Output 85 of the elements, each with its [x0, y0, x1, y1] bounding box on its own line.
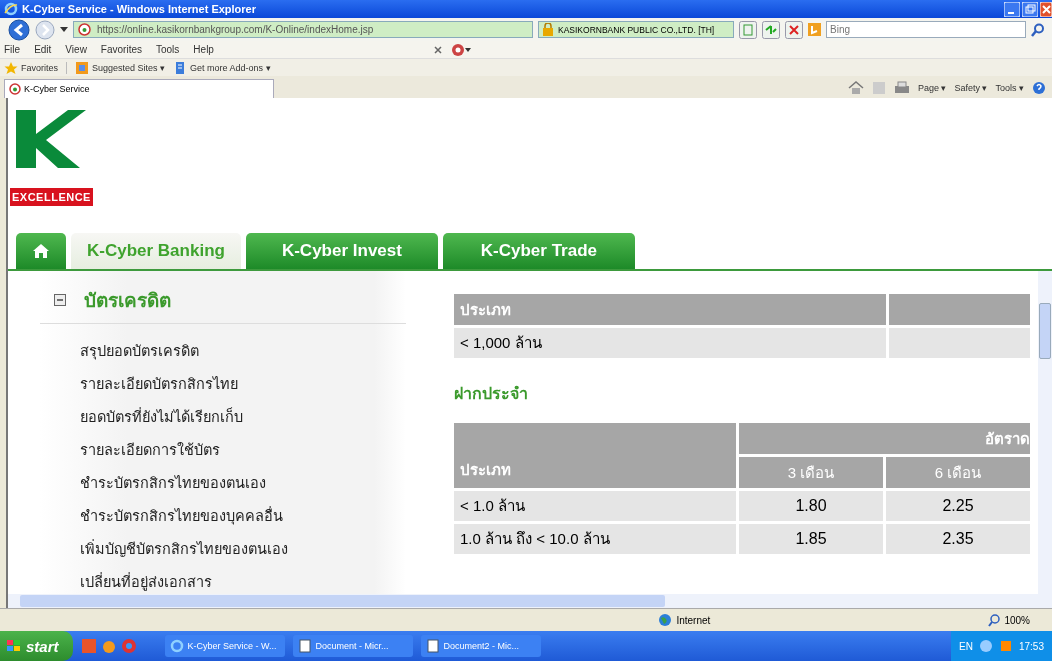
column-header: ประเภท — [454, 294, 886, 325]
column-header: 6 เดือน — [886, 457, 1030, 488]
sidebar-link[interactable]: สรุปยอดบัตรเครดิต — [80, 340, 406, 362]
logo-badge: EXCELLENCE — [10, 188, 93, 206]
document-icon — [425, 639, 440, 653]
window-title: K-Cyber Service - Windows Internet Explorer — [22, 3, 257, 15]
browser-tab[interactable]: K-Cyber Service — [4, 79, 274, 98]
app-icon[interactable] — [80, 638, 97, 654]
taskbar-button[interactable]: K-Cyber Service - W... — [164, 635, 285, 657]
site-icon — [78, 23, 91, 36]
favorites-item[interactable]: Get more Add-ons ▾ — [173, 60, 271, 75]
sidebar-link[interactable]: ชำระบัตรกสิกรไทยของบุคคลอื่น — [80, 505, 406, 527]
home-icon — [32, 243, 50, 259]
restore-icon[interactable] — [1022, 1, 1038, 17]
back-icon[interactable] — [8, 18, 30, 41]
favorites-item[interactable]: Suggested Sites ▾ — [75, 60, 166, 75]
compatibility-icon[interactable] — [739, 20, 757, 39]
refresh-icon[interactable] — [762, 20, 780, 39]
star-icon — [4, 60, 18, 75]
menu-item[interactable]: Favorites — [100, 44, 142, 55]
windows-logo-icon — [6, 639, 22, 653]
forward-icon[interactable] — [35, 19, 55, 40]
scroll-thumb[interactable] — [1039, 303, 1051, 359]
table-cell: 2.35 — [886, 524, 1030, 554]
column-header: 3 เดือน — [739, 457, 883, 488]
security-zone: Internet — [658, 613, 979, 627]
sidebar-link[interactable]: ชำระบัตรกสิกรไทยของตนเอง — [80, 472, 406, 494]
collapse-icon — [54, 294, 66, 306]
close-icon[interactable] — [432, 44, 443, 55]
app-icon[interactable] — [120, 638, 137, 654]
lock-icon — [542, 23, 554, 36]
sidebar-link[interactable]: เพิ่มบัญชีบัตรกสิกรไทยของตนเอง — [80, 538, 406, 560]
command-menu[interactable]: Tools ▾ — [995, 83, 1024, 93]
menu-item[interactable]: View — [65, 44, 87, 55]
clock: 17:53 — [1018, 640, 1044, 652]
security-badge[interactable]: KASIKORNBANK PUBLIC CO.,LTD. [TH] — [538, 21, 734, 38]
toolbar-addon-icon[interactable] — [450, 42, 471, 57]
column-group-header: อัตราด — [985, 429, 1030, 447]
menu-item[interactable]: Tools — [156, 44, 180, 55]
taskbar-button[interactable]: Document - Micr... — [292, 635, 413, 657]
vertical-scrollbar[interactable] — [1038, 271, 1052, 594]
table-cell: 1.85 — [739, 524, 883, 554]
menu-item[interactable]: Edit — [34, 44, 52, 55]
caret-icon[interactable] — [60, 26, 68, 33]
print-icon[interactable] — [893, 81, 910, 95]
search-icon[interactable] — [1031, 22, 1045, 37]
horizontal-scrollbar[interactable] — [8, 594, 1052, 608]
command-menu[interactable]: Safety ▾ — [954, 83, 988, 93]
section-heading: ฝากประจำ — [454, 384, 529, 404]
document-icon — [297, 639, 312, 653]
sidebar-link[interactable]: รายละเอียดบัตรกสิกรไทย — [80, 373, 406, 395]
command-menu[interactable]: Page ▾ — [917, 83, 947, 93]
tray-icon[interactable] — [978, 639, 993, 653]
zoom-control[interactable]: 100% — [988, 613, 1030, 627]
scroll-thumb[interactable] — [20, 595, 665, 607]
close-icon[interactable] — [1040, 1, 1052, 17]
browser-icon — [169, 639, 184, 653]
menu-item[interactable]: Help — [193, 44, 214, 55]
stop-icon[interactable] — [785, 20, 803, 39]
address-field[interactable]: https://online.kasikornbankgroup.com/K-Online/indexHome.jsp — [73, 21, 533, 38]
site-identity: KASIKORNBANK PUBLIC CO.,LTD. [TH] — [558, 24, 715, 35]
table-cell: 2.25 — [886, 491, 1030, 521]
sidebar-link[interactable]: ยอดบัตรที่ยังไม่ได้เรียกเก็บ — [80, 406, 406, 428]
table-cell: 1.80 — [739, 491, 883, 521]
table-cell: 1.0 ล้าน ถึง < 10.0 ล้าน — [454, 524, 736, 554]
url-text: https://online.kasikornbankgroup.com/K-Online/indexHome.jsp — [97, 24, 374, 35]
taskbar-button[interactable]: Document2 - Mic... — [420, 635, 541, 657]
site-icon — [9, 83, 21, 95]
column-header: ประเภท — [454, 423, 736, 488]
table-cell: < 1.0 ล้าน — [454, 491, 736, 521]
sidebar-link[interactable]: รายละเอียดการใช้บัตร — [80, 439, 406, 461]
home-tab[interactable] — [16, 233, 66, 269]
favorites-item[interactable]: Favorites — [4, 60, 58, 75]
menu-item[interactable]: File — [4, 44, 21, 55]
home-icon[interactable] — [847, 81, 864, 95]
table-cell: < 1,000 ล้าน — [454, 328, 886, 358]
search-field[interactable]: Bing — [826, 21, 1026, 38]
app-icon[interactable] — [100, 638, 117, 654]
minimize-icon[interactable] — [1004, 1, 1020, 17]
browser-icon — [4, 2, 18, 16]
search-engine-icon — [808, 23, 821, 36]
help-icon[interactable] — [1032, 81, 1046, 95]
sidebar-link[interactable]: เปลี่ยนที่อยู่ส่งเอกสาร — [80, 571, 406, 593]
globe-icon — [658, 613, 673, 627]
zoom-icon — [988, 613, 1002, 627]
